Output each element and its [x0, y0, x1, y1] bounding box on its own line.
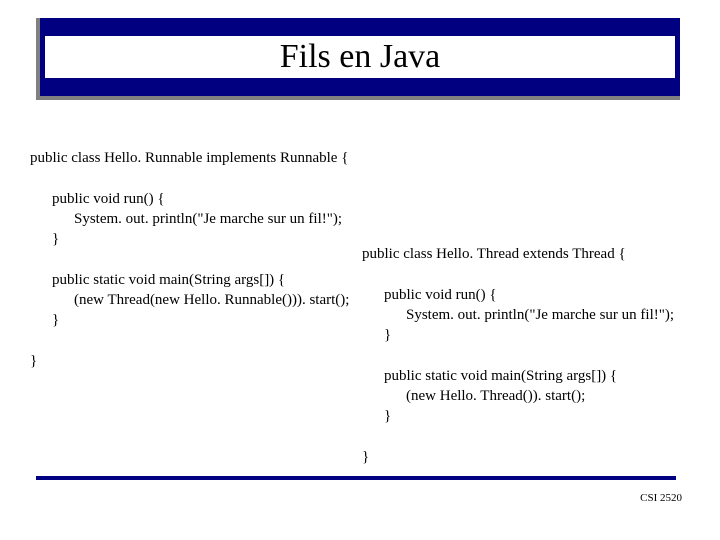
code-line: }	[30, 310, 59, 330]
code-line: public class Hello. Runnable implements …	[30, 150, 348, 166]
title-box: Fils en Java	[36, 18, 680, 100]
code-line: System. out. println("Je marche sur un f…	[30, 209, 342, 229]
code-line: }	[362, 406, 391, 426]
code-line: }	[362, 449, 369, 465]
code-line: }	[30, 229, 59, 249]
code-line: public void run() {	[362, 285, 497, 305]
slide-title: Fils en Java	[45, 36, 675, 78]
code-block-runnable: public class Hello. Runnable implements …	[30, 128, 349, 371]
code-line: public static void main(String args[]) {	[30, 270, 285, 290]
code-line: }	[362, 325, 391, 345]
code-line: (new Hello. Thread()). start();	[362, 386, 585, 406]
code-line: System. out. println("Je marche sur un f…	[362, 305, 674, 325]
code-line: public static void main(String args[]) {	[362, 366, 617, 386]
code-line: public class Hello. Thread extends Threa…	[362, 246, 626, 262]
footer-divider	[36, 476, 676, 480]
code-line: }	[30, 353, 37, 369]
code-block-thread: public class Hello. Thread extends Threa…	[362, 224, 674, 467]
code-line: public void run() {	[30, 189, 165, 209]
code-line: (new Thread(new Hello. Runnable())). sta…	[30, 290, 349, 310]
footer-label: CSI 2520	[640, 492, 682, 504]
